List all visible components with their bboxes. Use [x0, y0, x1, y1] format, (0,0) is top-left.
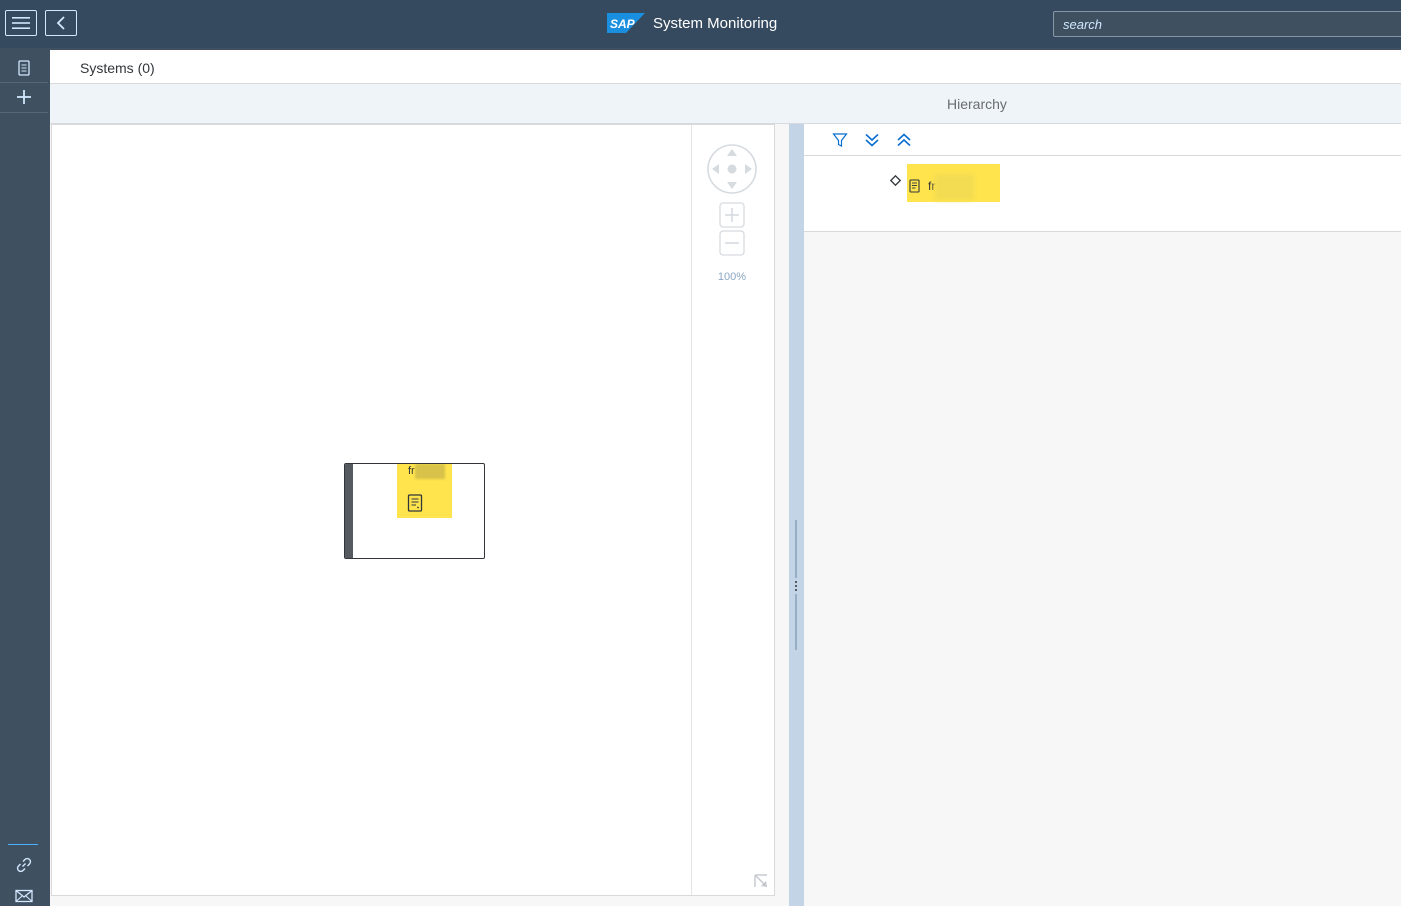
- back-button[interactable]: [45, 10, 77, 36]
- menu-button[interactable]: [5, 10, 37, 36]
- rail-divider: [0, 112, 48, 113]
- node-status-bar: [345, 464, 353, 558]
- collapse-all-icon[interactable]: [896, 132, 912, 148]
- splitter-grip-icon: [795, 520, 797, 650]
- graph-toolbar: 100%: [691, 125, 775, 895]
- hierarchy-panel: fr: [804, 124, 1401, 906]
- pan-navigator-icon[interactable]: [706, 143, 758, 195]
- app-title: System Monitoring: [653, 14, 778, 32]
- tree-item[interactable]: fr: [820, 162, 1401, 202]
- node-label: fr: [408, 465, 415, 477]
- add-icon: [17, 90, 31, 104]
- fit-to-view-icon[interactable]: [753, 873, 769, 889]
- main-content: Systems (0) Hierarchy fr 100% fr: [50, 50, 1401, 906]
- graph-canvas[interactable]: fr 100%: [51, 124, 775, 896]
- zoom-level: 100%: [717, 271, 747, 283]
- document-icon: [909, 179, 920, 193]
- document-icon: [18, 60, 30, 76]
- rail-bottom-divider: [8, 844, 38, 845]
- shell-header: SAP System Monitoring: [0, 0, 1401, 48]
- hierarchy-title: Hierarchy: [947, 96, 1007, 112]
- page-title: Systems (0): [80, 60, 155, 76]
- expand-all-icon[interactable]: [864, 132, 880, 148]
- link-icon: [16, 857, 32, 873]
- filter-icon[interactable]: [832, 132, 848, 148]
- diamond-icon[interactable]: [890, 175, 901, 186]
- tree-list: fr: [804, 156, 1401, 232]
- tree-toolbar: [804, 124, 1401, 156]
- rail-mail-button[interactable]: [0, 884, 48, 906]
- rail-add-button[interactable]: [0, 84, 48, 110]
- rail-document-button[interactable]: [0, 54, 48, 82]
- subheader: Systems (0): [50, 50, 1401, 84]
- zoom-out-icon[interactable]: [719, 230, 745, 256]
- panel-splitter[interactable]: [789, 124, 804, 906]
- tree-item-redaction: [934, 174, 974, 200]
- search-input[interactable]: [1053, 11, 1401, 37]
- graph-node[interactable]: fr: [344, 463, 485, 559]
- node-highlight: fr: [397, 464, 452, 518]
- svg-text:SAP: SAP: [610, 17, 636, 31]
- chevron-left-icon: [56, 16, 65, 30]
- rail-divider: [0, 82, 48, 83]
- hierarchy-header: Hierarchy: [50, 84, 1401, 124]
- document-icon: [407, 494, 423, 512]
- node-redaction: [415, 464, 445, 479]
- rail-link-button[interactable]: [0, 852, 48, 878]
- brand[interactable]: SAP System Monitoring: [607, 13, 777, 33]
- sap-logo: SAP: [607, 13, 645, 33]
- side-rail: [0, 48, 48, 906]
- tree-item-highlight: fr: [907, 164, 1000, 202]
- zoom-in-icon[interactable]: [719, 202, 745, 228]
- mail-icon: [15, 889, 33, 903]
- hamburger-icon: [12, 17, 30, 29]
